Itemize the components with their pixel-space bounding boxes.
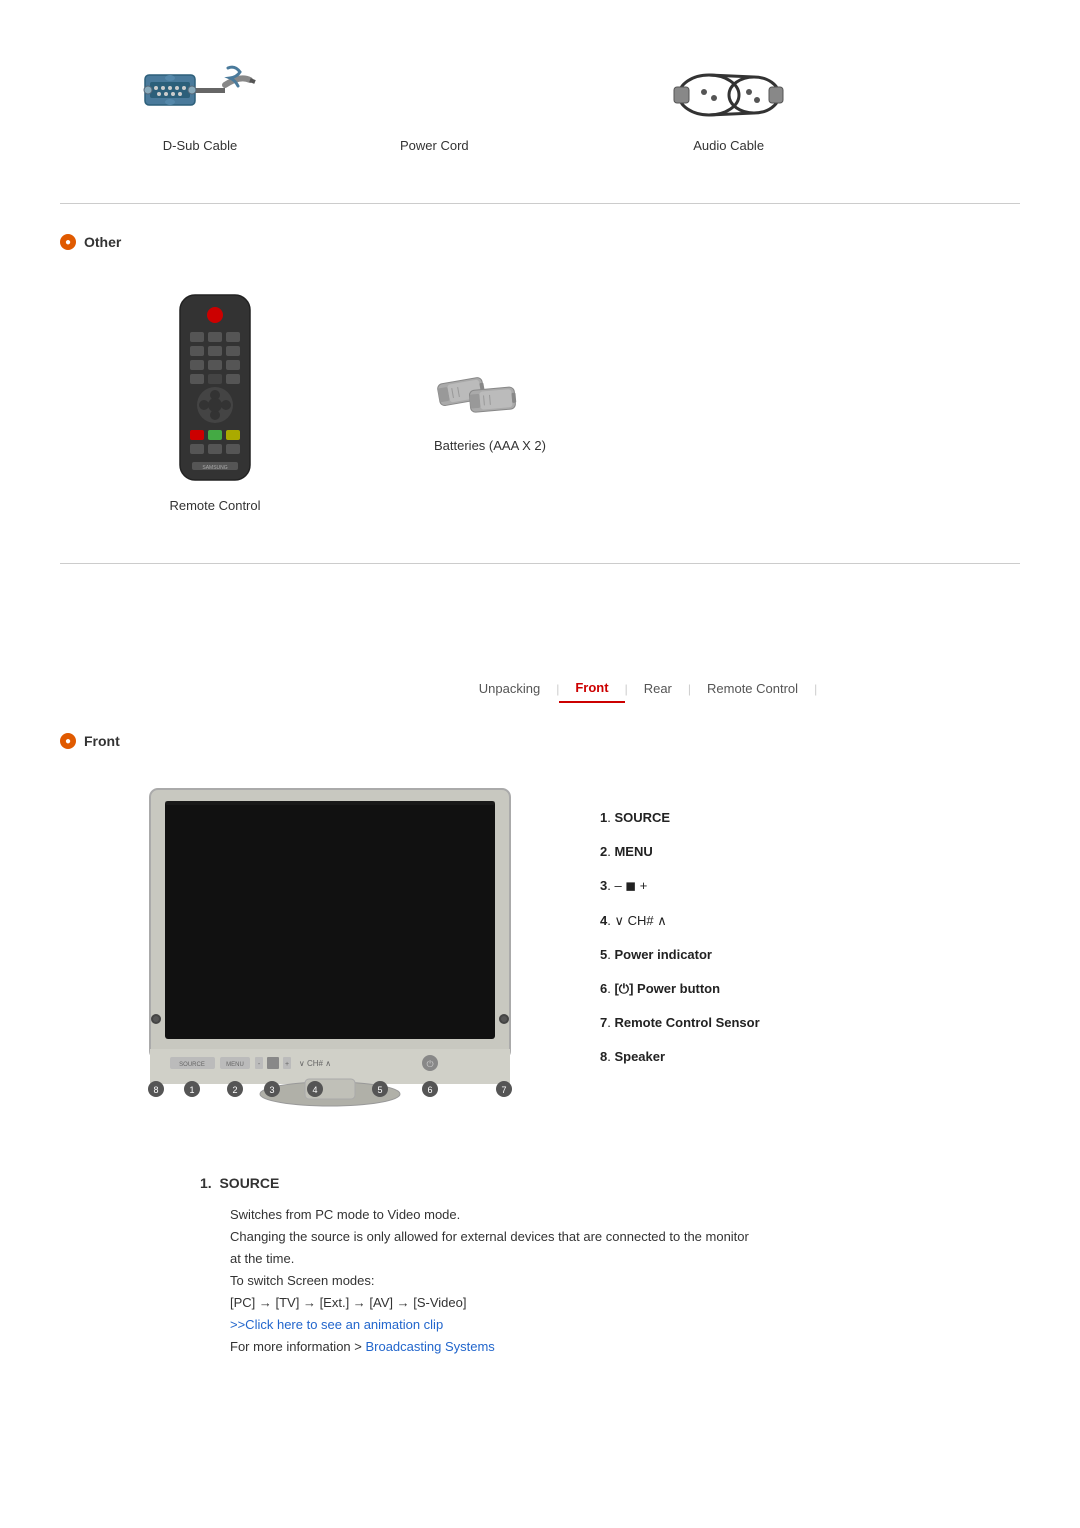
- tab-unpacking[interactable]: Unpacking: [463, 675, 556, 702]
- other-section-title: Other: [84, 234, 121, 250]
- more-info-text: For more information >: [230, 1339, 365, 1354]
- label-speaker: 8. Speaker: [600, 1048, 760, 1066]
- svg-text:⏻: ⏻: [426, 1059, 433, 1069]
- svg-text:+: +: [285, 1061, 289, 1068]
- audiocable-icon: [669, 60, 789, 130]
- divider-2: [60, 563, 1020, 564]
- source-description: 1. SOURCE Switches from PC mode to Video…: [60, 1172, 1020, 1358]
- other-section-icon: ●: [60, 234, 76, 250]
- tab-front[interactable]: Front: [559, 674, 624, 703]
- broadcasting-systems-link[interactable]: Broadcasting Systems: [365, 1339, 494, 1354]
- audiocable-label: Audio Cable: [693, 138, 764, 153]
- animation-link[interactable]: >>Click here to see an animation clip: [230, 1317, 443, 1332]
- dsub-cable-item: D-Sub Cable: [140, 60, 260, 153]
- svg-text:SOURCE: SOURCE: [179, 1062, 205, 1068]
- other-section-header: ● Other: [60, 224, 1020, 260]
- monitor-container: SOURCE MENU - + ∨ CH# ∧ ⏻: [120, 779, 540, 1132]
- front-section-title: Front: [84, 733, 120, 749]
- source-line-2: Changing the source is only allowed for …: [200, 1226, 960, 1248]
- dsub-cable-icon: [140, 60, 260, 130]
- powercord-label: Power Cord: [400, 138, 469, 153]
- monitor-image: SOURCE MENU - + ∨ CH# ∧ ⏻: [120, 779, 540, 1129]
- svg-text:8: 8: [153, 1085, 158, 1095]
- dsub-cable-label: D-Sub Cable: [163, 138, 237, 153]
- svg-text:6: 6: [427, 1085, 432, 1095]
- other-accessories-row: SAMSUNG Remote Control: [60, 280, 1020, 543]
- svg-text:7: 7: [501, 1085, 506, 1095]
- batteries-svg: [430, 370, 550, 430]
- audiocable-item: Audio Cable: [669, 60, 789, 153]
- animation-link-container: >>Click here to see an animation clip: [200, 1314, 960, 1336]
- svg-text:5: 5: [377, 1085, 382, 1095]
- svg-text:1: 1: [189, 1085, 194, 1095]
- source-line-1: Switches from PC mode to Video mode.: [200, 1204, 960, 1226]
- divider-1: [60, 203, 1020, 204]
- svg-text:SAMSUNG: SAMSUNG: [202, 465, 227, 471]
- batteries-label: Batteries (AAA X 2): [434, 438, 546, 453]
- source-line-4: To switch Screen modes:: [200, 1270, 960, 1292]
- svg-text:2: 2: [232, 1085, 237, 1095]
- powercord-item: Power Cord: [400, 60, 469, 153]
- svg-text:4: 4: [312, 1085, 317, 1095]
- label-menu: 2. MENU: [600, 843, 760, 861]
- label-remote-sensor: 7. Remote Control Sensor: [600, 1014, 760, 1032]
- tab-remote-control[interactable]: Remote Control: [691, 675, 814, 702]
- label-power-button: 6. [⏻] Power button: [600, 980, 760, 998]
- component-labels: 1. SOURCE 2. MENU 3. – ◼ + 4. ∨ CH# ∧ 5.…: [580, 809, 760, 1083]
- accessories-row: D-Sub Cable Power Cord: [60, 40, 1020, 183]
- label-ch: 4. ∨ CH# ∧: [600, 912, 760, 930]
- source-description-title: 1. SOURCE: [200, 1172, 960, 1196]
- label-vol: 3. – ◼ +: [600, 877, 760, 895]
- svg-text:∨ CH# ∧: ∨ CH# ∧: [299, 1059, 331, 1068]
- monitor-and-labels: SOURCE MENU - + ∨ CH# ∧ ⏻: [60, 779, 1020, 1132]
- more-info-container: For more information > Broadcasting Syst…: [200, 1336, 960, 1358]
- page-wrapper: D-Sub Cable Power Cord: [0, 0, 1080, 1398]
- front-section-icon: ●: [60, 733, 76, 749]
- remote-control-svg: SAMSUNG: [160, 290, 270, 490]
- batteries-item: Batteries (AAA X 2): [430, 370, 550, 453]
- tab-rear[interactable]: Rear: [628, 675, 688, 702]
- source-line-3: at the time.: [200, 1248, 960, 1270]
- front-section-header: ● Front: [60, 723, 1020, 759]
- remote-control-item: SAMSUNG Remote Control: [160, 290, 270, 513]
- label-source: 1. SOURCE: [600, 809, 760, 827]
- remote-control-label: Remote Control: [169, 498, 260, 513]
- svg-text:3: 3: [269, 1085, 274, 1095]
- svg-text:MENU: MENU: [226, 1062, 244, 1068]
- navigation-tabs: Unpacking | Front | Rear | Remote Contro…: [260, 674, 1020, 703]
- label-power-indicator: 5. Power indicator: [600, 946, 760, 964]
- source-line-5: [PC] → [TV] → [Ext.] → [AV] → [S-Video]: [200, 1292, 960, 1314]
